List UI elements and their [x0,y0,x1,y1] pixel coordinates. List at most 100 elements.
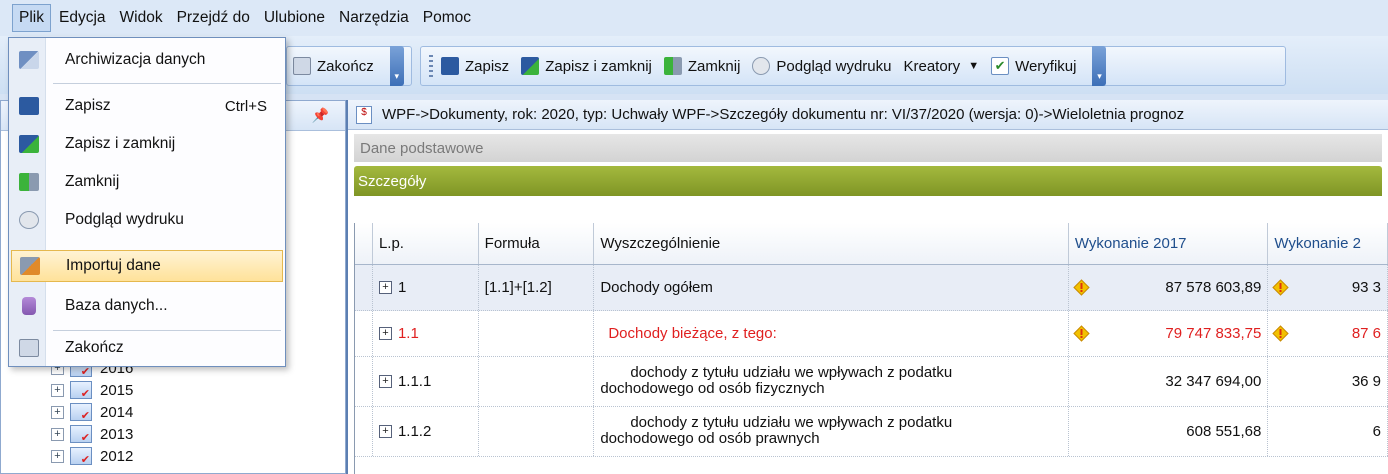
menu-item-zapisz[interactable]: Zapisz Ctrl+S [11,90,283,122]
cell-formula[interactable]: [1.1]+[1.2] [479,265,595,310]
expand-icon[interactable]: + [51,449,64,463]
column-header-lp[interactable]: L.p. [372,223,479,264]
cell-w2018[interactable]: 6 [1268,407,1388,456]
table-row[interactable]: +1.1.1 dochody z tytułu udziału we wpływ… [355,357,1388,407]
menu-item-zapisz-i-zamknij[interactable]: Zapisz i zamknij [11,128,283,160]
zakoncz-label: Zakończ [317,57,374,75]
cell-text: 1 [397,279,407,296]
cell-text: 79 747 833,75 [1165,325,1262,342]
toolbar-overflow-arrow-2[interactable]: ▾ [1092,46,1107,86]
menu-plik[interactable]: Plik [12,4,51,32]
menu-item-baza-danych[interactable]: Baza danych... [11,290,283,322]
cell-text-line1: dochody z tytułu udziału we wpływach z p… [630,414,953,431]
menu-bar: Plik Edycja Widok Przejdź do Ulubione Na… [0,0,1388,36]
menu-ulubione[interactable]: Ulubione [258,5,331,31]
cell-formula[interactable] [479,407,595,456]
menu-item-importuj-dane[interactable]: Importuj dane [11,250,283,282]
menu-item-label: Importuj dane [66,257,161,274]
close-icon [663,57,682,75]
cell-desc[interactable]: dochody z tytułu udziału we wpływach z p… [594,357,1069,406]
cell-lp[interactable]: +1.1 [373,311,479,356]
section-dane-podstawowe-label: Dane podstawowe [360,139,484,157]
table-row[interactable]: +1.1 Dochody bieżące, z tego: 79 747 833… [355,311,1388,357]
cell-desc[interactable]: Dochody ogółem [594,265,1069,310]
menu-item-label: Zamknij [65,173,120,190]
cell-text: Dochody bieżące, z tego: [608,325,777,342]
header-label: Formuła [484,235,540,252]
expand-icon[interactable]: + [378,281,392,294]
cell-w2018[interactable]: 36 9 [1268,357,1388,406]
menu-przejdz-do[interactable]: Przejdź do [171,5,256,31]
cell-lp[interactable]: +1.1.1 [373,357,479,406]
weryfikuj-toolbar-button[interactable]: ✔ Weryfikuj [991,57,1076,75]
column-header-wykonanie-2018[interactable]: Wykonanie 2 [1268,223,1388,264]
cell-lp[interactable]: +1.1.2 [373,407,479,456]
tree-item-2014[interactable]: +2014 [51,403,133,422]
close-icon [19,173,39,191]
kreatory-dropdown[interactable]: Kreatory ▼ [903,58,979,75]
header-label: Wykonanie 2 [1274,235,1361,252]
zapisz-i-zamknij-toolbar-button[interactable]: Zapisz i zamknij [521,57,652,75]
cell-w2017[interactable]: 32 347 694,00 [1069,357,1269,406]
menu-item-zakoncz[interactable]: Zakończ [11,332,283,364]
cell-w2017[interactable]: 87 578 603,89 [1069,265,1269,310]
menu-pomoc[interactable]: Pomoc [417,5,477,31]
pin-icon[interactable]: 📌 [312,107,329,124]
tree-item-2012[interactable]: +2012 [51,447,134,466]
menu-widok[interactable]: Widok [114,5,169,31]
save-close-icon [521,57,540,75]
details-grid: L.p. Formuła Wyszczególnienie Wykonanie … [354,223,1388,474]
warning-icon[interactable] [1272,324,1290,342]
cell-formula[interactable] [479,311,595,356]
zakoncz-toolbar-button[interactable]: Zakończ [293,57,374,75]
toolbar-grip[interactable] [429,55,433,77]
section-dane-podstawowe[interactable]: Dane podstawowe [354,134,1382,162]
cell-text-line2: dochodowego od osób fizycznych [600,380,825,397]
cell-text: 1.1.1 [397,373,432,390]
expand-icon[interactable]: + [378,425,392,438]
zamknij-toolbar-button[interactable]: Zamknij [663,57,740,75]
zapisz-label: Zapisz [465,57,510,75]
warning-icon[interactable] [1272,278,1290,296]
zapisz-toolbar-button[interactable]: Zapisz [441,57,509,75]
print-preview-icon [19,211,39,229]
cell-w2018[interactable]: 87 6 [1268,311,1388,356]
column-header-wykonanie-2017[interactable]: Wykonanie 2017 [1068,223,1269,264]
menu-separator [53,330,281,331]
cell-w2017[interactable]: 608 551,68 [1069,407,1269,456]
cell-desc[interactable]: Dochody bieżące, z tego: [594,311,1069,356]
menu-item-podglad-wydruku[interactable]: Podgląd wydruku [11,204,283,236]
menu-narzedzia[interactable]: Narzędzia [333,5,415,31]
toolbar-strip-1: Zakończ ▾ [286,46,412,86]
podglad-wydruku-toolbar-button[interactable]: Podgląd wydruku [752,57,891,75]
column-header-formula[interactable]: Formuła [478,223,595,264]
column-header-wyszczegolnienie[interactable]: Wyszczególnienie [594,223,1069,264]
cell-lp[interactable]: +1 [373,265,479,310]
warning-icon[interactable] [1073,278,1090,296]
menu-item-label: Zapisz [65,97,111,114]
table-row[interactable]: +1.1.2 dochody z tytułu udziału we wpływ… [355,407,1388,457]
podglad-wydruku-label: Podgląd wydruku [776,57,892,75]
expand-icon[interactable]: + [378,375,392,388]
expand-icon[interactable]: + [378,327,392,340]
expand-icon[interactable]: + [51,427,64,441]
section-szczegoly[interactable]: Szczegóły [354,166,1382,196]
tree-item-2013[interactable]: +2013 [51,425,133,444]
expand-icon[interactable]: + [51,405,64,419]
menu-item-label: Archiwizacja danych [65,51,206,68]
table-row[interactable]: +1 [1.1]+[1.2] Dochody ogółem 87 578 603… [355,265,1388,311]
cell-formula[interactable] [479,357,595,406]
expand-icon[interactable]: + [51,383,64,397]
toolbar-overflow-arrow[interactable]: ▾ [389,46,404,86]
menu-edycja[interactable]: Edycja [53,5,112,31]
cell-w2018[interactable]: 93 3 [1268,265,1388,310]
cell-w2017[interactable]: 79 747 833,75 [1069,311,1269,356]
menu-item-zamknij[interactable]: Zamknij [11,166,283,198]
warning-icon[interactable] [1073,324,1090,342]
cell-desc[interactable]: dochody z tytułu udziału we wpływach z p… [594,407,1069,456]
tree-item-2015[interactable]: +2015 [51,381,133,400]
menu-item-archiwizacja[interactable]: Archiwizacja danych [11,44,283,76]
tree-item-label: 2012 [100,447,134,465]
row-indicator [355,357,373,406]
header-spacer [355,223,373,264]
